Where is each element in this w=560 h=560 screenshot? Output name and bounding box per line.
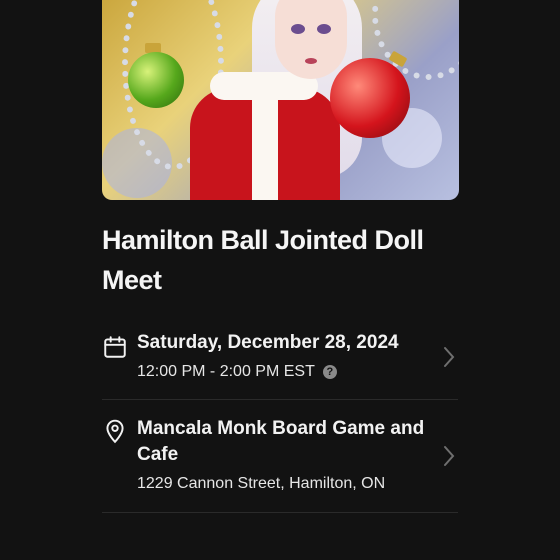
venue-address: 1229 Cannon Street, Hamilton, ON [137,475,386,492]
event-time: 12:00 PM - 2:00 PM EST [137,363,315,380]
date-time-row[interactable]: Saturday, December 28, 2024 12:00 PM - 2… [102,330,458,390]
location-row[interactable]: Mancala Monk Board Game and Cafe 1229 Ca… [102,416,458,500]
event-cover-image[interactable] [102,0,459,200]
chevron-right-icon [444,446,455,466]
map-pin-icon [106,419,124,444]
calendar-icon [104,336,126,358]
chevron-right-icon [444,347,455,367]
event-date: Saturday, December 28, 2024 [137,332,399,353]
event-title: Hamilton Ball Jointed Doll Meet [102,225,424,295]
event-time-line: 12:00 PM - 2:00 PM EST? [137,362,337,382]
doll-eye [291,24,305,34]
doll-eye [317,24,331,34]
doll-face [275,0,347,79]
help-icon[interactable]: ? [322,365,337,379]
doll-lips [305,58,317,64]
doll-fur-trim [252,88,278,200]
divider [102,399,458,400]
venue-name: Mancala Monk Board Game and Cafe [137,418,425,465]
red-ornament [330,58,410,138]
green-ornament [128,52,184,108]
divider [102,512,458,513]
